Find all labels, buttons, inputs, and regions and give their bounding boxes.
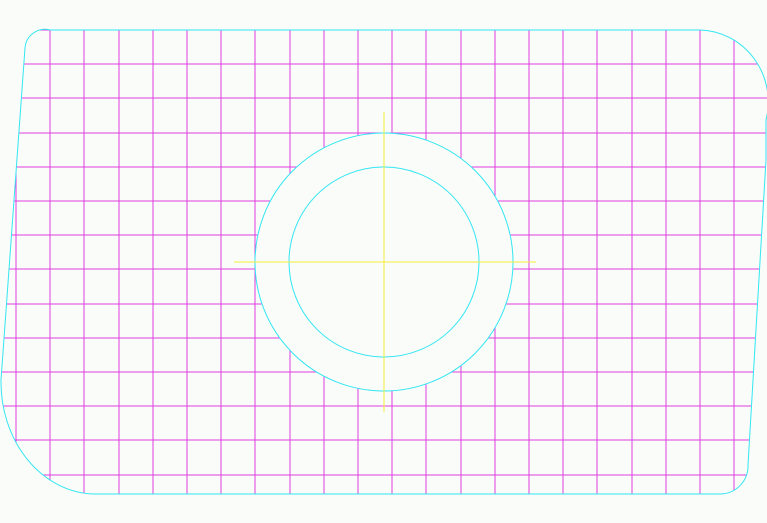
cad-canvas[interactable]: [0, 0, 767, 523]
drawing-svg[interactable]: [0, 0, 767, 523]
